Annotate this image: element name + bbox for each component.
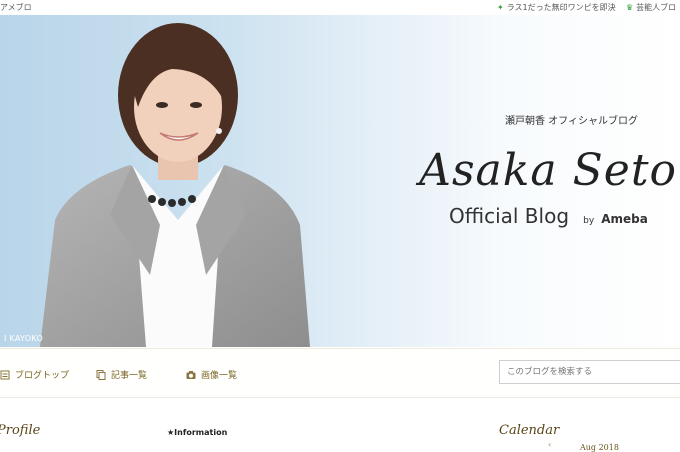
nav-image-list[interactable]: 画像一覧 bbox=[186, 368, 237, 381]
blog-search-input[interactable] bbox=[499, 360, 680, 384]
top-bar: アメブロ ✦ ラス1だった無印ワンピを即決 ♛ 芸能人ブロ bbox=[0, 0, 680, 16]
blog-top-icon bbox=[0, 370, 10, 379]
calendar-prev-icon[interactable]: ‹ bbox=[548, 440, 551, 449]
ameblo-link[interactable]: アメブロ bbox=[0, 2, 32, 13]
calendar-month: Aug 2018 bbox=[580, 443, 619, 452]
official-blog-text: Official Blog bbox=[449, 204, 570, 228]
blog-nav: ブログトップ 記事一覧 画像一覧 bbox=[0, 348, 680, 398]
crown-icon: ♛ bbox=[626, 3, 634, 12]
official-blog-line: Official Blog by Ameba bbox=[449, 204, 648, 228]
nav-blog-top[interactable]: ブログトップ bbox=[0, 368, 69, 381]
blog-title-script: Asaka Seto bbox=[419, 145, 677, 196]
celebrity-blog-link[interactable]: ♛ 芸能人ブロ bbox=[626, 2, 676, 13]
articles-icon bbox=[96, 369, 106, 380]
blog-header: I KAYOKO 瀬戸朝香 オフィシャルブログ Asaka Seto Offic… bbox=[0, 15, 680, 347]
profile-photo bbox=[40, 23, 310, 347]
sparkle-icon: ✦ bbox=[497, 3, 504, 12]
promo-link[interactable]: ✦ ラス1だった無印ワンピを即決 bbox=[497, 2, 616, 13]
profile-heading: Profile bbox=[0, 423, 41, 438]
camera-icon bbox=[186, 370, 196, 379]
by-text: by bbox=[583, 216, 595, 226]
calendar-heading: Calendar bbox=[499, 423, 560, 438]
photo-credit: I KAYOKO bbox=[4, 334, 44, 343]
information-heading: ★Information bbox=[167, 428, 228, 437]
ameba-logo: Ameba bbox=[601, 212, 648, 226]
nav-article-list[interactable]: 記事一覧 bbox=[96, 368, 147, 381]
blog-title-japanese: 瀬戸朝香 オフィシャルブログ bbox=[505, 116, 638, 127]
